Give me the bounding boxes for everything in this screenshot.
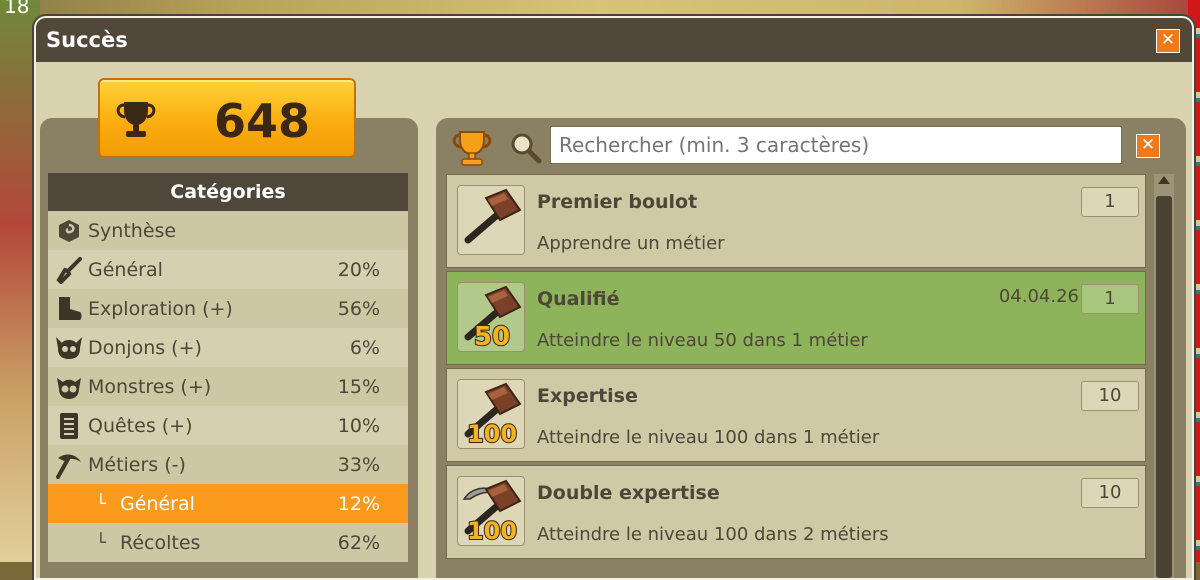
svg-text:50: 50 [474, 322, 510, 351]
categories-panel: Catégories Synthèse Général 20% Exploration… [40, 118, 418, 578]
window-close-button[interactable]: ✕ [1156, 29, 1180, 53]
corner-number: 18 [4, 0, 30, 18]
category-percent: 56% [337, 297, 380, 320]
scrollbar[interactable] [1154, 174, 1174, 578]
subcategory-percent: 12% [337, 492, 380, 515]
category-item[interactable]: Quêtes (+) 10% [48, 406, 408, 445]
subcategory-label: Général [120, 492, 195, 515]
skull-icon [52, 331, 86, 365]
svg-text:100: 100 [467, 420, 517, 448]
category-item[interactable]: Synthèse [48, 211, 408, 250]
subcategory-item[interactable]: └ Général 12% [48, 484, 408, 523]
hammer-pickaxe-100-icon: 100 [457, 476, 525, 546]
category-percent: 10% [337, 414, 380, 437]
subcategory-marker: └ [95, 493, 106, 514]
category-percent: 33% [337, 453, 380, 476]
achievement-name: Premier boulot [537, 191, 698, 213]
achievement-item[interactable]: 100 Double expertise Atteindre le niveau 1… [446, 465, 1146, 559]
category-label: Synthèse [88, 219, 177, 242]
scroll-thumb[interactable] [1156, 196, 1172, 578]
score-value: 648 [214, 94, 311, 148]
category-label: Donjons (+) [88, 336, 202, 359]
category-item[interactable]: Exploration (+) 56% [48, 289, 408, 328]
achievement-date: 04.04.26 [998, 286, 1079, 307]
boot-icon [52, 292, 86, 326]
subcategory-label: Récoltes [120, 531, 201, 554]
achievements-window: Succès ✕ Catégories Synthèse Général 20% Ex… [34, 16, 1194, 580]
category-percent: 6% [349, 336, 380, 359]
window-title: Succès [46, 28, 128, 52]
scroll-icon [52, 409, 86, 443]
trophy-filter-icon[interactable] [448, 128, 496, 172]
category-label: Monstres (+) [88, 375, 212, 398]
sword-icon [52, 253, 86, 287]
category-item[interactable]: Métiers (-) 33% [48, 445, 408, 484]
magnifier-icon [508, 130, 542, 168]
trophy-icon [114, 98, 158, 144]
category-percent: 20% [337, 258, 380, 281]
category-item[interactable]: Général 20% [48, 250, 408, 289]
achievement-description: Atteindre le niveau 100 dans 2 métiers [537, 524, 889, 545]
achievements-panel: ✕ Premier boulot Apprendre un métier 1 50 Qu… [436, 118, 1186, 578]
monster-icon [52, 370, 86, 404]
hammer-50-icon: 50 [457, 282, 525, 353]
subcategory-item[interactable]: └ Récoltes 62% [48, 523, 408, 562]
achievement-name: Double expertise [537, 482, 720, 504]
category-label: Métiers (-) [88, 453, 186, 476]
achievements-list: Premier boulot Apprendre un métier 1 50 Qual… [446, 174, 1146, 562]
category-label: Général [88, 258, 163, 281]
category-item[interactable]: Donjons (+) 6% [48, 328, 408, 367]
spiral-icon [52, 214, 86, 248]
subcategory-marker: └ [95, 532, 106, 553]
achievement-item[interactable]: 100 Expertise Atteindre le niveau 100 dans… [446, 368, 1146, 462]
achievement-item[interactable]: Premier boulot Apprendre un métier 1 [446, 174, 1146, 268]
score-badge: 648 [98, 78, 356, 158]
category-label: Quêtes (+) [88, 414, 193, 437]
category-percent: 15% [337, 375, 380, 398]
achievement-item[interactable]: 50 Qualifié Atteindre le niveau 50 dans 1 … [446, 271, 1146, 365]
hammer-100-icon: 100 [457, 379, 525, 449]
subcategory-percent: 62% [337, 531, 380, 554]
achievement-description: Apprendre un métier [537, 233, 725, 254]
achievement-points: 1 [1081, 187, 1139, 217]
achievement-description: Atteindre le niveau 50 dans 1 métier [537, 330, 868, 351]
achievement-description: Atteindre le niveau 100 dans 1 métier [537, 427, 880, 448]
hammer-icon [457, 185, 525, 255]
window-titlebar[interactable]: Succès ✕ [36, 18, 1192, 62]
search-input[interactable] [550, 126, 1122, 164]
category-item[interactable]: Monstres (+) 15% [48, 367, 408, 406]
scroll-up-arrow[interactable] [1158, 176, 1170, 184]
categories-list: Synthèse Général 20% Exploration (+) 56% Donj… [48, 211, 408, 562]
category-label: Exploration (+) [88, 297, 233, 320]
svg-text:100: 100 [467, 517, 517, 545]
achievement-name: Expertise [537, 385, 638, 407]
search-clear-button[interactable]: ✕ [1136, 134, 1160, 158]
pickaxe-icon [52, 448, 86, 482]
categories-header: Catégories [48, 173, 408, 211]
achievement-points: 10 [1081, 478, 1139, 508]
achievement-points: 10 [1081, 381, 1139, 411]
achievement-name: Qualifié [537, 288, 620, 310]
achievement-points: 1 [1081, 284, 1139, 314]
